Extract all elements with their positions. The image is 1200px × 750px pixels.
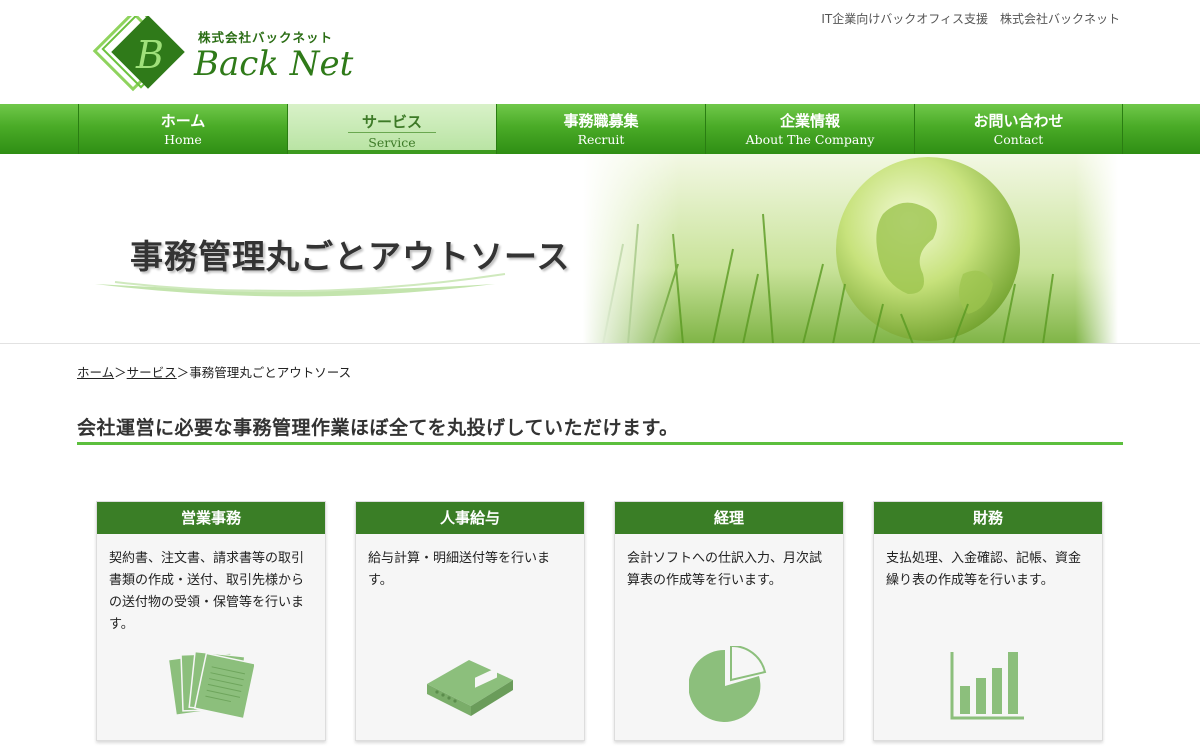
lead-heading-block: 会社運営に必要な事務管理作業ほぼ全てを丸投げしていただけます。 xyxy=(77,413,1123,445)
card-description: 支払処理、入金確認、記帳、資金繰り表の作成等を行います。 xyxy=(886,551,1082,588)
logo-text: 株式会社バックネット Back Net xyxy=(194,27,353,82)
header-tagline: IT企業向けバックオフィス支援 株式会社バックネット xyxy=(821,12,1120,26)
nav-item-label: 企業情報 xyxy=(779,112,840,130)
card-title: 経理 xyxy=(615,502,843,534)
breadcrumb-separator: ＞ xyxy=(114,365,127,380)
logo-mark-icon: B xyxy=(92,16,185,92)
site-logo[interactable]: B 株式会社バックネット Back Net xyxy=(84,16,353,96)
service-card-accounting: 経理 会計ソフトへの仕訳入力、月次試算表の作成等を行います。 xyxy=(614,501,844,741)
breadcrumb-home-link[interactable]: ホーム xyxy=(77,365,114,380)
binder-icon xyxy=(427,660,513,716)
service-card-hr-payroll: 人事給与 給与計算・明細送付等を行います。 xyxy=(355,501,585,741)
nav-item-company[interactable]: 企業情報 About The Company xyxy=(705,104,914,154)
documents-icon xyxy=(168,650,254,720)
service-cards: 営業事務 契約書、注文書、請求書等の取引書類の作成・送付、取引先様からの送付物の… xyxy=(96,501,1132,741)
nav-item-service[interactable]: サービス Service xyxy=(287,104,496,154)
svg-text:B: B xyxy=(135,33,164,77)
site-header: B 株式会社バックネット Back Net IT企業向けバックオフィス支援 株式… xyxy=(0,0,1200,104)
card-description: 会計ソフトへの仕訳入力、月次試算表の作成等を行います。 xyxy=(627,551,823,588)
hero-globe-grass-image xyxy=(583,154,1118,343)
breadcrumb-separator: ＞ xyxy=(176,365,190,380)
nav-item-contact[interactable]: お問い合わせ Contact xyxy=(914,104,1123,154)
nav-item-home[interactable]: ホーム Home xyxy=(78,104,287,154)
card-title: 財務 xyxy=(874,502,1102,534)
logo-company-name: 株式会社バックネット xyxy=(198,29,334,45)
breadcrumb-current: 事務管理丸ごとアウトソース xyxy=(189,365,352,380)
nav-item-label: サービス xyxy=(347,113,436,133)
pie-chart-icon xyxy=(689,646,767,722)
breadcrumb-service-link[interactable]: サービス xyxy=(127,365,177,380)
card-title: 人事給与 xyxy=(356,502,584,534)
nav-item-label: ホーム xyxy=(160,112,206,130)
global-nav: ホーム Home サービス Service 事務職募集 Recruit 企業情報… xyxy=(0,104,1200,154)
hero-banner: 事務管理丸ごとアウトソース xyxy=(0,154,1200,344)
card-title: 営業事務 xyxy=(97,502,325,534)
card-description: 契約書、注文書、請求書等の取引書類の作成・送付、取引先様からの送付物の受領・保管… xyxy=(109,551,305,632)
nav-item-sublabel: Recruit xyxy=(577,132,625,147)
bar-chart-icon xyxy=(950,652,1024,720)
nav-item-label: お問い合わせ xyxy=(973,112,1064,130)
hero-title: 事務管理丸ごとアウトソース xyxy=(130,237,571,276)
card-description: 給与計算・明細送付等を行います。 xyxy=(368,551,551,588)
breadcrumb: ホーム＞サービス＞事務管理丸ごとアウトソース xyxy=(77,362,351,381)
nav-item-sublabel: Service xyxy=(368,135,416,150)
nav-item-sublabel: Contact xyxy=(993,132,1044,147)
service-card-finance: 財務 支払処理、入金確認、記帳、資金繰り表の作成等を行います。 xyxy=(873,501,1103,741)
nav-item-sublabel: Home xyxy=(164,132,202,147)
service-card-sales: 営業事務 契約書、注文書、請求書等の取引書類の作成・送付、取引先様からの送付物の… xyxy=(96,501,326,741)
nav-item-sublabel: About The Company xyxy=(745,132,875,147)
nav-item-label: 事務職募集 xyxy=(563,112,639,130)
logo-brand-name: Back Net xyxy=(194,43,354,84)
nav-item-recruit[interactable]: 事務職募集 Recruit xyxy=(496,104,705,154)
lead-heading: 会社運営に必要な事務管理作業ほぼ全てを丸投げしていただけます。 xyxy=(77,417,679,439)
